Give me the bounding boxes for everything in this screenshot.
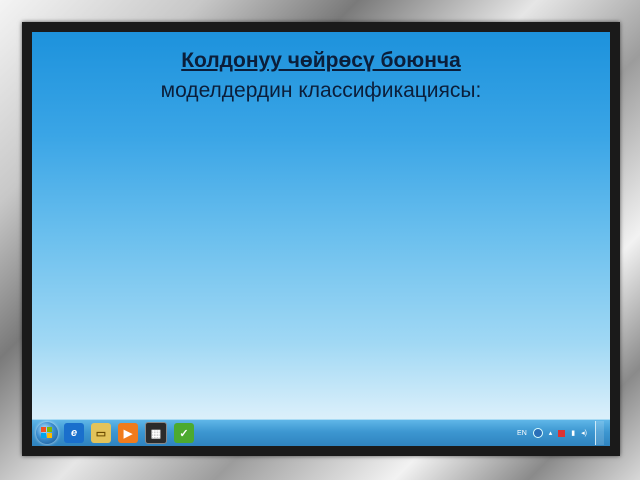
slide-title-line-2: моделдердин классификациясы: (160, 79, 482, 102)
arrow-up-icon[interactable]: ▴ (549, 429, 553, 437)
volume-icon[interactable]: ◂) (581, 429, 587, 437)
media-player-icon[interactable]: ▶ (118, 423, 138, 443)
app-icon[interactable]: ✓ (174, 423, 194, 443)
calculator-icon[interactable]: ▦ (145, 422, 167, 444)
system-tray: EN ▴ ▮ ◂) (511, 420, 604, 446)
windows-logo-icon (41, 427, 52, 438)
internet-explorer-icon[interactable]: e (64, 423, 84, 443)
show-desktop-button[interactable] (595, 421, 604, 445)
taskbar: e ▭ ▶ ▦ ✓ EN ▴ ▮ ◂) (32, 419, 610, 446)
flag-icon[interactable] (558, 429, 566, 437)
help-icon[interactable] (532, 428, 543, 438)
metallic-background: Колдонуу чөйрөсү боюнча моделдердин клас… (0, 0, 640, 480)
slide-title-line-1: Колдонуу чөйрөсү боюнча (181, 49, 461, 72)
network-icon[interactable]: ▮ (571, 429, 575, 437)
desktop-screen: Колдонуу чөйрөсү боюнча моделдердин клас… (32, 32, 610, 446)
slide-title: Колдонуу чөйрөсү боюнча моделдердин клас… (32, 46, 610, 106)
start-button[interactable] (36, 422, 58, 444)
language-indicator[interactable]: EN (517, 430, 527, 437)
folder-icon[interactable]: ▭ (91, 423, 111, 443)
